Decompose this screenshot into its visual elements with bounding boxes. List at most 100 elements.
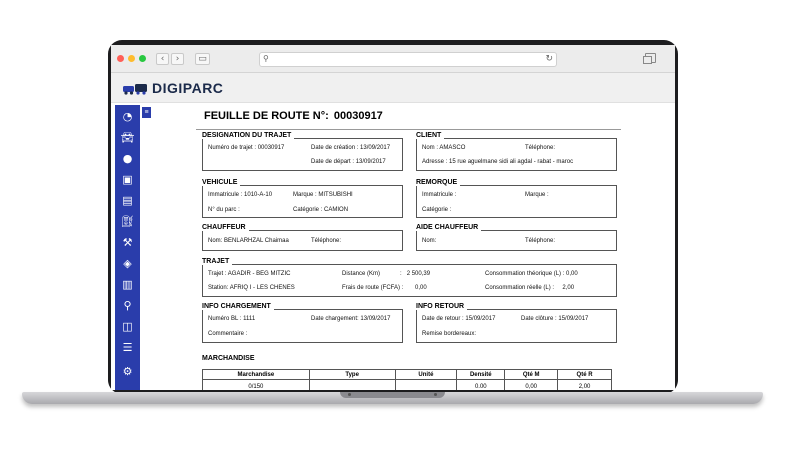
trailer-plate: Immatricule :	[422, 192, 457, 198]
forward-button[interactable]: ›	[171, 53, 184, 65]
car-icon: 🚘︎	[120, 131, 135, 144]
sidebar-item-drivers[interactable]: ●	[115, 150, 140, 168]
route-sheet-form: DESIGNATION DU TRAJET Numéro de trajet :…	[196, 129, 621, 390]
sidebar-item-vehicles[interactable]: 🚘︎	[115, 129, 140, 147]
back-button[interactable]: ‹	[156, 53, 169, 65]
section-title: INFO CHARGEMENT	[202, 303, 274, 310]
vehicle-brand: Marque : MITSUBISHI	[293, 192, 353, 198]
loading-info-section: INFO CHARGEMENT Numéro BL : 1111 Date ch…	[202, 303, 403, 343]
browser-window: ‹ › ▭ ⚲ ↻ DIGIPARC ◔ 🚘︎ ● ▣ ▤ ⛽︎ ⚒ ◈ ▥ ⚲…	[111, 45, 675, 390]
chevron-left-icon: ‹	[160, 54, 165, 64]
reload-icon[interactable]: ↻	[545, 54, 553, 64]
return-date: Date de retour : 15/09/2017	[422, 316, 496, 322]
user-icon: ●	[122, 152, 133, 165]
trip-distance-label: Distance (Km)	[342, 271, 381, 277]
sidebar-item-dashboard[interactable]: ◔	[115, 108, 140, 126]
section-title: AIDE CHAUFFEUR	[416, 224, 482, 231]
table-cell: 0.00	[456, 379, 506, 390]
driver-name: Nom: BENLARHZAL Chaimaa	[208, 238, 289, 244]
wrench-icon: ⚒	[122, 236, 133, 249]
return-info-section: INFO RETOUR Date de retour : 15/09/2017 …	[416, 303, 617, 343]
client-name: Nom : AMASCO	[422, 145, 466, 151]
maximize-window-icon[interactable]	[139, 55, 146, 62]
address-input[interactable]	[274, 54, 536, 65]
sidebar-item-sites[interactable]: ▥	[115, 276, 140, 294]
list-icon: ☰	[122, 341, 133, 354]
address-bar[interactable]: ⚲ ↻	[259, 52, 557, 67]
close-window-icon[interactable]	[117, 55, 124, 62]
merchandise-table: Marchandise Type Unité Densité Qté M Qté…	[202, 369, 612, 390]
page-title: FEUILLE DE ROUTE N°: 00030917	[202, 110, 383, 122]
map-marker-icon: ⚲	[123, 299, 132, 312]
section-title: VEHICULE	[202, 179, 241, 186]
gear-icon: ⚙	[122, 365, 133, 378]
tabs-overview-icon[interactable]	[643, 53, 656, 64]
closing-date: Date clôture : 15/09/2017	[521, 316, 589, 322]
trip-distance-value: : 2 500,39	[400, 271, 431, 277]
base-screw	[434, 393, 437, 396]
trailer-section: REMORQUE Immatricule : Marque : Catégori…	[416, 179, 617, 218]
driver-section: CHAUFFEUR Nom: BENLARHZAL Chaimaa Téléph…	[202, 224, 403, 251]
sidebar-toggle-button[interactable]: ▭	[195, 53, 210, 65]
sidebar-item-fleet[interactable]: ▣	[115, 171, 140, 189]
table-cell: 0,00	[504, 379, 559, 390]
vehicle-icon: ◫	[122, 320, 133, 333]
client-section: CLIENT Nom : AMASCO Téléphone: Adresse :…	[416, 132, 617, 171]
sidebar-item-documents[interactable]: ▤	[115, 192, 140, 210]
main-content: FEUILLE DE ROUTE N°: 00030917 DESIGNATIO…	[151, 105, 675, 390]
sidebar: ◔ 🚘︎ ● ▣ ▤ ⛽︎ ⚒ ◈ ▥ ⚲ ◫ ☰ ⚙	[115, 105, 140, 390]
chevron-right-icon: ›	[175, 54, 180, 64]
creation-date: Date de création : 13/09/2017	[311, 145, 391, 151]
column-header: Type	[308, 369, 396, 380]
table-header-row: Marchandise Type Unité Densité Qté M Qté…	[202, 369, 612, 380]
sidebar-item-trips[interactable]: ◫	[115, 318, 140, 336]
merchandise-title: MARCHANDISE	[202, 355, 258, 362]
trailer-category: Catégorie :	[422, 207, 452, 213]
sidebar-item-fuel[interactable]: ⛽︎	[115, 213, 140, 231]
menu-toggle-button[interactable]: ≡	[142, 107, 151, 118]
table-cell	[308, 379, 396, 390]
app-logo[interactable]: DIGIPARC	[152, 80, 223, 96]
actual-consumption: Consommation réelle (L) : 2,00	[485, 285, 575, 291]
bus-icon: ▣	[122, 173, 133, 186]
client-address: Adresse : 15 rue aguelmane sidi ali agda…	[422, 159, 574, 165]
laptop-notch	[340, 392, 445, 398]
trip-number: Numéro de trajet : 00030917	[208, 145, 285, 151]
section-title: DESIGNATION DU TRAJET	[202, 132, 295, 139]
trip-section: TRAJET Trajet : AGADIR - BEG MITZIC Stat…	[202, 258, 617, 297]
bl-number: Numéro BL : 1111	[208, 316, 256, 322]
laptop-base	[22, 392, 763, 404]
sidebar-item-reports[interactable]: ☰	[115, 339, 140, 357]
sidebar-item-maintenance[interactable]: ⚒	[115, 234, 140, 252]
laptop-mockup: ‹ › ▭ ⚲ ↻ DIGIPARC ◔ 🚘︎ ● ▣ ▤ ⛽︎ ⚒ ◈ ▥ ⚲…	[0, 0, 785, 458]
search-icon: ⚲	[263, 54, 269, 63]
slip-delivery: Remise bordereaux:	[422, 331, 477, 337]
table-cell	[394, 379, 458, 390]
table-row: 0/150 0.00 0,00 2,00	[202, 379, 612, 390]
page-title-label: FEUILLE DE ROUTE N°:	[204, 110, 329, 122]
column-header: Unité	[394, 369, 458, 380]
sidebar-item-stock[interactable]: ◈	[115, 255, 140, 273]
designation-section: DESIGNATION DU TRAJET Numéro de trajet :…	[202, 132, 403, 171]
building-icon: ▥	[122, 278, 133, 291]
minimize-window-icon[interactable]	[128, 55, 135, 62]
fuel-icon: ⛽︎	[120, 215, 135, 228]
sidebar-icon: ▭	[198, 54, 207, 64]
column-header: Qté R	[557, 369, 612, 380]
assistant-name: Nom:	[422, 238, 437, 244]
column-header: Marchandise	[202, 369, 310, 380]
sidebar-item-locations[interactable]: ⚲	[115, 297, 140, 315]
table-cell: 0/150	[202, 379, 310, 390]
section-title: TRAJET	[202, 258, 233, 265]
loading-comment: Commentaire :	[208, 331, 248, 337]
trip-station: Station: AFRIQ I - LES CHENES	[208, 285, 295, 291]
base-screw	[348, 393, 351, 396]
sidebar-item-settings[interactable]: ⚙	[115, 363, 140, 381]
column-header: Qté M	[504, 369, 559, 380]
driver-phone: Téléphone:	[311, 238, 342, 244]
section-title: CLIENT	[416, 132, 445, 139]
departure-date: Date de départ : 13/09/2017	[311, 159, 386, 165]
layers-icon: ◈	[123, 257, 132, 270]
hamburger-icon: ≡	[144, 109, 149, 116]
assistant-phone: Téléphone:	[525, 238, 556, 244]
